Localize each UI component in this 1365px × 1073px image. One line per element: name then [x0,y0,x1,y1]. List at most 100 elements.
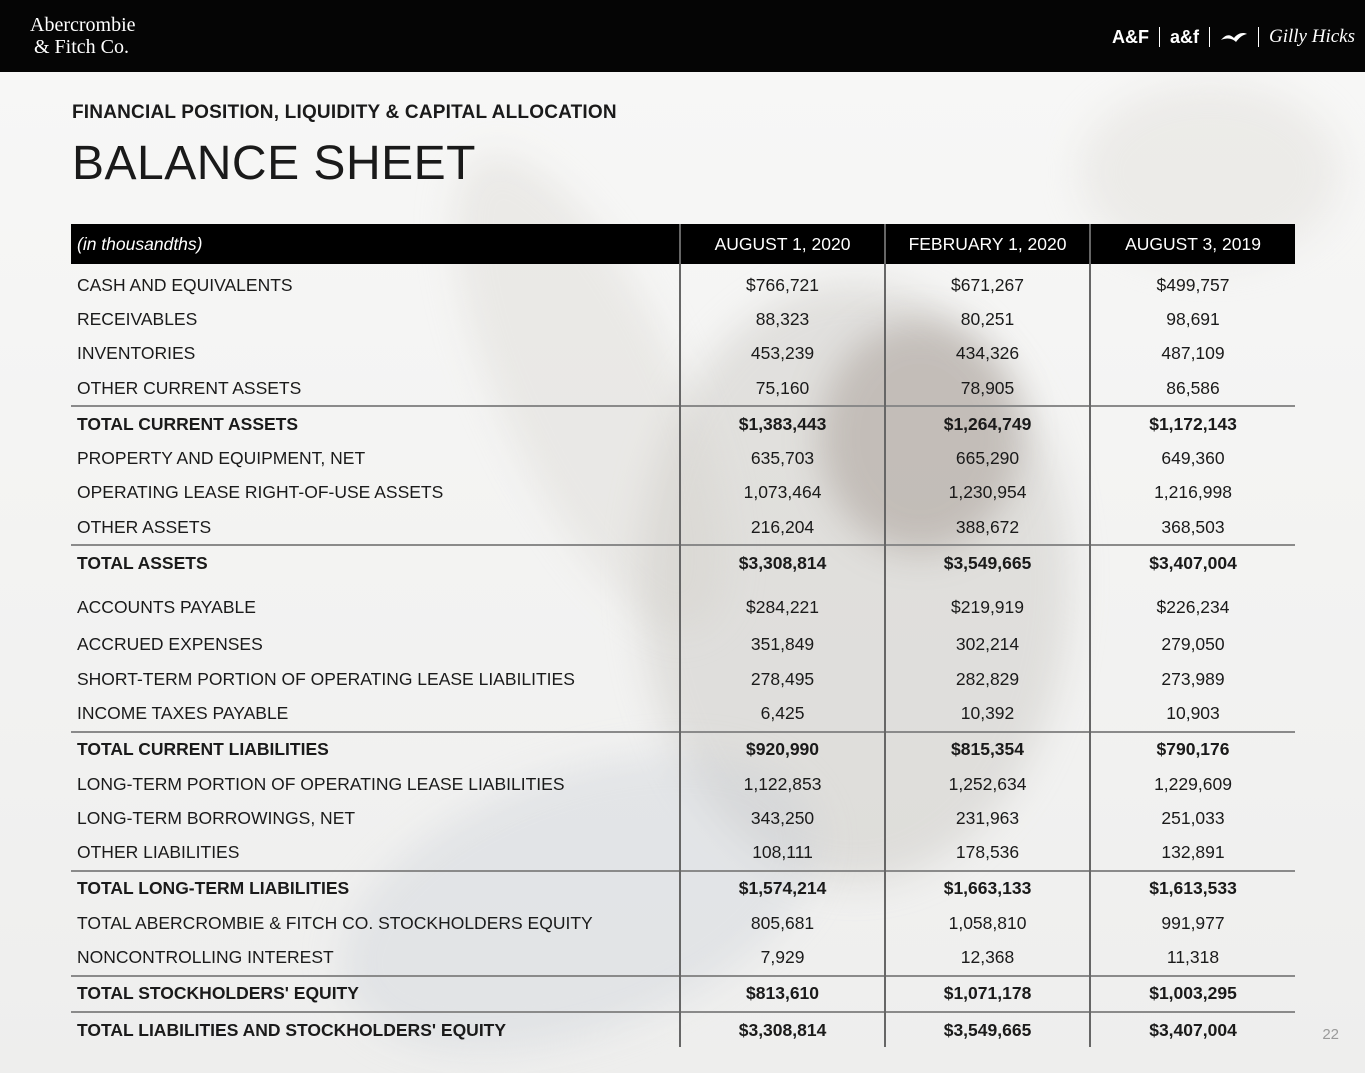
brand-af-kids: a&f [1169,26,1199,47]
seagull-icon [1220,33,1247,42]
row-value: $499,757 [1089,264,1295,303]
row-value: 12,368 [884,940,1091,976]
row-label: INCOME TAXES PAYABLE [77,702,289,723]
logo-line-1: Abercrombie [30,14,136,36]
row-value: 1,230,954 [884,475,1091,511]
table-total-row: TOTAL CURRENT ASSETS $1,383,443 $1,264,749… [71,405,1295,442]
row-label: PROPERTY AND EQUIPMENT, NET [77,448,366,469]
row-value: $3,407,004 [1089,1010,1295,1048]
row-label: OTHER ASSETS [77,516,212,537]
row-value: 279,050 [1089,627,1295,662]
row-value: $1,574,214 [679,869,886,907]
row-value: 178,536 [884,835,1091,871]
row-label: TOTAL ABERCROMBIE & FITCH CO. STOCKHOLDE… [77,912,593,933]
table-row: OPERATING LEASE RIGHT-OF-USE ASSETS 1,073… [71,475,1295,511]
table-row: CASH AND EQUIVALENTS $766,721 $671,267 $499… [71,264,1295,303]
table-row: PROPERTY AND EQUIPMENT, NET 635,703 665,29… [71,441,1295,476]
row-value: 1,216,998 [1089,475,1295,511]
row-label: NONCONTROLLING INTEREST [77,946,334,967]
row-value: 282,829 [884,661,1091,697]
row-value: 278,495 [679,661,886,697]
row-label: TOTAL CURRENT ASSETS [71,405,681,442]
row-value: $813,610 [679,974,886,1012]
row-value: 991,977 [1089,906,1295,941]
row-label: CASH AND EQUIVALENTS [77,274,293,295]
row-value: 635,703 [679,441,886,476]
row-value: 216,204 [679,510,886,546]
page-number: 22 [1322,1026,1339,1043]
table-row: LONG-TERM BORROWINGS, NET 343,250 231,963 2… [71,801,1295,836]
row-value: 343,250 [679,801,886,836]
row-value: 273,989 [1089,661,1295,697]
table-total-row: TOTAL CURRENT LIABILITIES $920,990 $815,35… [71,730,1295,767]
column-header: FEBRUARY 1, 2020 [884,224,1091,264]
row-value: 88,323 [679,302,886,337]
row-value: $1,071,178 [884,974,1091,1012]
table-row: ACCOUNTS PAYABLE $284,221 $219,919 $226,234 [71,580,1295,628]
company-logo: Abercrombie & Fitch Co. [30,14,136,58]
row-value: 108,111 [679,835,886,871]
row-value: 86,586 [1089,370,1295,407]
row-value: $920,990 [679,730,886,767]
brand-divider [1257,27,1259,47]
table-row: NONCONTROLLING INTEREST 7,929 12,368 11,318 [71,940,1295,976]
table-header-row: (in thousandths) AUGUST 1, 2020 FEBRUARY… [71,224,1295,264]
row-value: $219,919 [884,580,1091,628]
row-value: 7,929 [679,940,886,976]
row-value: $671,267 [884,264,1091,303]
row-value: 6,425 [679,696,886,732]
row-value: 302,214 [884,627,1091,662]
row-value: 251,033 [1089,801,1295,836]
row-value: 132,891 [1089,835,1295,871]
row-value: $1,003,295 [1089,974,1295,1012]
units-header: (in thousandths) [71,224,681,264]
row-label: TOTAL STOCKHOLDERS' EQUITY [71,974,681,1012]
table-total-row: TOTAL LIABILITIES AND STOCKHOLDERS' EQUI… [71,1010,1295,1048]
row-value: 368,503 [1089,510,1295,546]
row-value: 487,109 [1089,336,1295,371]
table-row: RECEIVABLES 88,323 80,251 98,691 [71,302,1295,337]
row-label: TOTAL LIABILITIES AND STOCKHOLDERS' EQUI… [71,1010,681,1048]
balance-sheet-table: (in thousandths) AUGUST 1, 2020 FEBRUARY… [71,224,1295,1048]
row-label: ACCRUED EXPENSES [77,634,263,655]
row-value: 11,318 [1089,940,1295,976]
brand-divider [1208,27,1210,47]
table-row: INCOME TAXES PAYABLE 6,425 10,392 10,903 [71,696,1295,732]
row-value: 1,252,634 [884,766,1091,802]
row-value: 10,392 [884,696,1091,732]
row-value: $1,264,749 [884,405,1091,442]
top-bar: Abercrombie & Fitch Co. A&F a&f Gilly Hi… [0,0,1365,72]
brand-af: A&F [1111,26,1149,47]
row-value: 351,849 [679,627,886,662]
row-value: $766,721 [679,264,886,303]
row-label: INVENTORIES [77,343,196,364]
table-row: LONG-TERM PORTION OF OPERATING LEASE LIA… [71,766,1295,802]
column-header: AUGUST 3, 2019 [1089,224,1295,264]
table-total-row: TOTAL STOCKHOLDERS' EQUITY $813,610 $1,071… [71,974,1295,1012]
row-value: $226,234 [1089,580,1295,628]
row-label: LONG-TERM BORROWINGS, NET [77,807,356,828]
row-value: $3,407,004 [1089,544,1295,581]
row-value: $284,221 [679,580,886,628]
row-value: 231,963 [884,801,1091,836]
row-label: TOTAL LONG-TERM LIABILITIES [71,869,681,907]
row-value: $1,172,143 [1089,405,1295,442]
row-label: TOTAL CURRENT LIABILITIES [71,730,681,767]
brand-logos: A&F a&f Gilly Hicks [1112,26,1355,48]
table-row: OTHER CURRENT ASSETS 75,160 78,905 86,586 [71,370,1295,407]
row-label: ACCOUNTS PAYABLE [77,596,256,617]
row-value: 1,229,609 [1089,766,1295,802]
row-value: 1,073,464 [679,475,886,511]
row-label: RECEIVABLES [77,308,198,329]
row-value: $815,354 [884,730,1091,767]
table-row: TOTAL ABERCROMBIE & FITCH CO. STOCKHOLDE… [71,906,1295,941]
table-row: SHORT-TERM PORTION OF OPERATING LEASE LI… [71,661,1295,697]
row-value: $1,663,133 [884,869,1091,907]
row-value: 665,290 [884,441,1091,476]
row-value: 649,360 [1089,441,1295,476]
row-value: $1,383,443 [679,405,886,442]
table-total-row: TOTAL ASSETS $3,308,814 $3,549,665 $3,407,0… [71,544,1295,581]
row-label: SHORT-TERM PORTION OF OPERATING LEASE LI… [77,668,575,689]
table-row: ACCRUED EXPENSES 351,849 302,214 279,050 [71,627,1295,662]
row-value: 434,326 [884,336,1091,371]
